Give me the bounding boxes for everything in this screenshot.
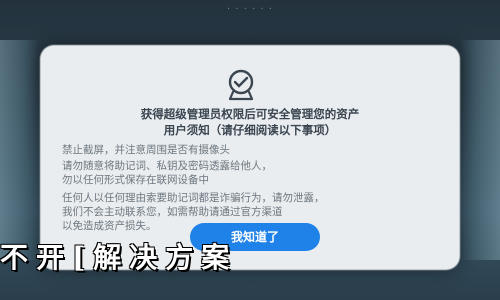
dialog-body-line: 请勿随意将助记词、私钥及密码透露给他人， (62, 160, 272, 172)
dialog-body-line: 禁止截屏，并注意周围是否有摄像头 (62, 144, 230, 156)
right-edge-glow (460, 40, 500, 260)
status-bar: · · · · · · (227, 4, 273, 15)
dialog-title-line-1: 获得超级管理员权限后可安全管理您的资产 (140, 107, 360, 121)
dialog-title-line-2: 用户须知（请仔细阅读以下事项） (163, 123, 337, 137)
left-edge-glow (0, 40, 40, 260)
headline-text: 不开[解决方案 (0, 241, 238, 274)
shield-icon (228, 69, 254, 101)
dialog-body-line: 勿以任何形式保存在联网设备中 (62, 174, 209, 186)
dialog-body-line: 我们不会主动联系您，如需帮助请通过官方渠道 (62, 206, 283, 218)
dialog-body-line: 任何人以任何理由索要助记词都是诈骗行为，请勿泄露， (62, 192, 325, 204)
